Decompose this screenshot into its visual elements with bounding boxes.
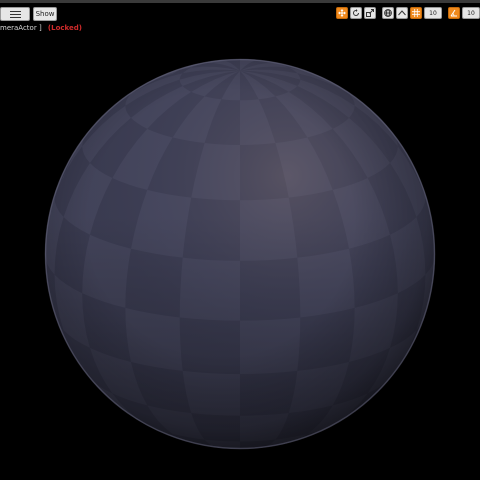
locked-indicator: (Locked) bbox=[47, 24, 82, 32]
coordinate-system-button[interactable] bbox=[382, 7, 394, 19]
rotation-snap-value[interactable]: 10 bbox=[462, 7, 480, 19]
grid-snap-icon bbox=[412, 9, 420, 17]
globe-icon bbox=[384, 9, 392, 17]
grid-snap-value[interactable]: 10 bbox=[424, 7, 442, 19]
viewport-top-border bbox=[0, 0, 480, 3]
hamburger-icon bbox=[9, 10, 21, 18]
angle-snap-icon bbox=[450, 9, 457, 17]
move-icon bbox=[338, 9, 346, 17]
viewport-toolbar-left: Show bbox=[0, 7, 57, 21]
grid-snap-toggle[interactable] bbox=[410, 7, 422, 19]
viewport-toolbar-right: 10 10 bbox=[336, 7, 480, 19]
editor-viewport[interactable]: Show meraActor ] (Locked) 10 10 bbox=[0, 0, 480, 480]
rotate-mode-button[interactable] bbox=[350, 7, 362, 19]
scale-mode-button[interactable] bbox=[364, 7, 376, 19]
surface-snap-icon bbox=[398, 10, 406, 16]
viewport-options-button[interactable] bbox=[0, 7, 30, 21]
show-button[interactable]: Show bbox=[33, 7, 57, 21]
surface-snap-button[interactable] bbox=[396, 7, 408, 19]
sphere-render bbox=[44, 58, 436, 450]
rotate-icon bbox=[353, 9, 359, 16]
camera-actor-label: meraActor ] (Locked) bbox=[0, 24, 82, 32]
camera-actor-name: meraActor ] bbox=[0, 24, 42, 32]
material-preview-sphere bbox=[41, 55, 439, 453]
scale-icon bbox=[366, 9, 374, 17]
rotation-snap-toggle[interactable] bbox=[448, 7, 460, 19]
translate-mode-button[interactable] bbox=[336, 7, 348, 19]
